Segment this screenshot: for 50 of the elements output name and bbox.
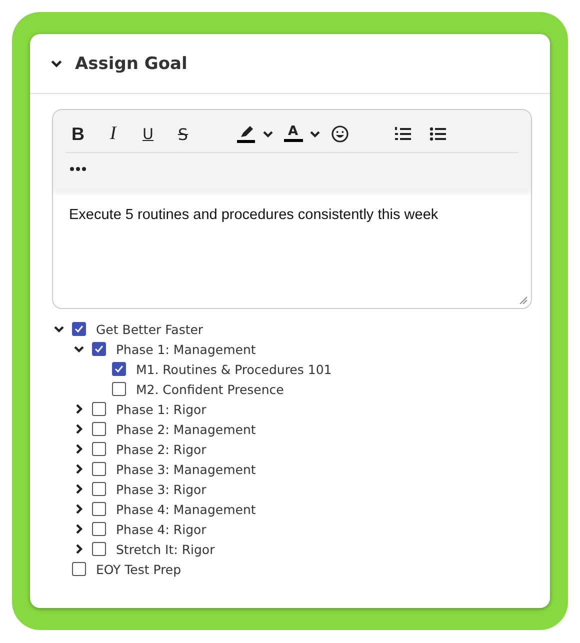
underline-button[interactable]: U	[135, 121, 161, 147]
checkbox[interactable]	[112, 382, 126, 396]
checkbox[interactable]	[92, 342, 106, 356]
strikethrough-button[interactable]: S	[170, 121, 196, 147]
checkbox[interactable]	[92, 522, 106, 536]
checkbox[interactable]	[92, 482, 106, 496]
tree-item-label[interactable]: Phase 3: Management	[116, 462, 256, 476]
checkbox[interactable]	[92, 422, 106, 436]
tree-item-label[interactable]: M2. Confident Presence	[136, 382, 284, 396]
checkbox[interactable]	[92, 462, 106, 476]
checkbox[interactable]	[92, 542, 106, 556]
tree-item-label[interactable]: Phase 2: Management	[116, 422, 256, 436]
expand-icon[interactable]	[73, 543, 85, 555]
rich-text-editor[interactable]: B I U S A Execute 5 routines and procedures consistently this week	[52, 109, 532, 309]
expand-icon[interactable]	[73, 503, 85, 515]
tree-item-label[interactable]: Phase 3: Rigor	[116, 482, 206, 496]
tree-item-label[interactable]: Phase 1: Rigor	[116, 402, 206, 416]
checkbox[interactable]	[72, 562, 86, 576]
tree-item-label[interactable]: Get Better Faster	[96, 322, 204, 336]
tree-item-label[interactable]: Stretch It: Rigor	[116, 542, 215, 556]
italic-button[interactable]: I	[100, 121, 126, 147]
expand-icon[interactable]	[73, 443, 85, 455]
more-icon	[69, 166, 87, 172]
expand-icon[interactable]	[73, 463, 85, 475]
checkbox[interactable]	[92, 502, 106, 516]
collapse-icon[interactable]	[53, 323, 65, 335]
expand-icon[interactable]	[73, 523, 85, 535]
bold-button[interactable]: B	[65, 121, 91, 147]
goal-text-field[interactable]: Execute 5 routines and procedures consistently this week	[53, 191, 531, 308]
expand-icon[interactable]	[73, 423, 85, 435]
checkbox[interactable]	[92, 402, 106, 416]
checkbox[interactable]	[72, 322, 86, 336]
checkbox[interactable]	[92, 442, 106, 456]
caret-icon[interactable]	[309, 128, 321, 140]
tree-item-label[interactable]: EOY Test Prep	[96, 562, 182, 576]
font-color-button[interactable]: A	[280, 121, 306, 147]
tree-item-label[interactable]: Phase 2: Rigor	[116, 442, 206, 456]
tree-item-label[interactable]: Phase 4: Rigor	[116, 522, 206, 536]
tree-item-label[interactable]: Phase 1: Management	[116, 342, 256, 356]
numbered-list-icon	[394, 125, 412, 143]
bullet-list-icon	[429, 125, 447, 143]
checkbox[interactable]	[112, 362, 126, 376]
tree-item-label[interactable]: Phase 4: Management	[116, 502, 256, 516]
caret-icon[interactable]	[262, 128, 274, 140]
resize-handle-icon[interactable]	[519, 296, 527, 304]
expand-icon[interactable]	[73, 483, 85, 495]
expand-icon[interactable]	[73, 403, 85, 415]
panel-title: Assign Goal	[75, 54, 188, 74]
tree-item-label[interactable]: M1. Routines & Procedures 101	[136, 362, 332, 376]
collapse-icon[interactable]	[73, 343, 85, 355]
